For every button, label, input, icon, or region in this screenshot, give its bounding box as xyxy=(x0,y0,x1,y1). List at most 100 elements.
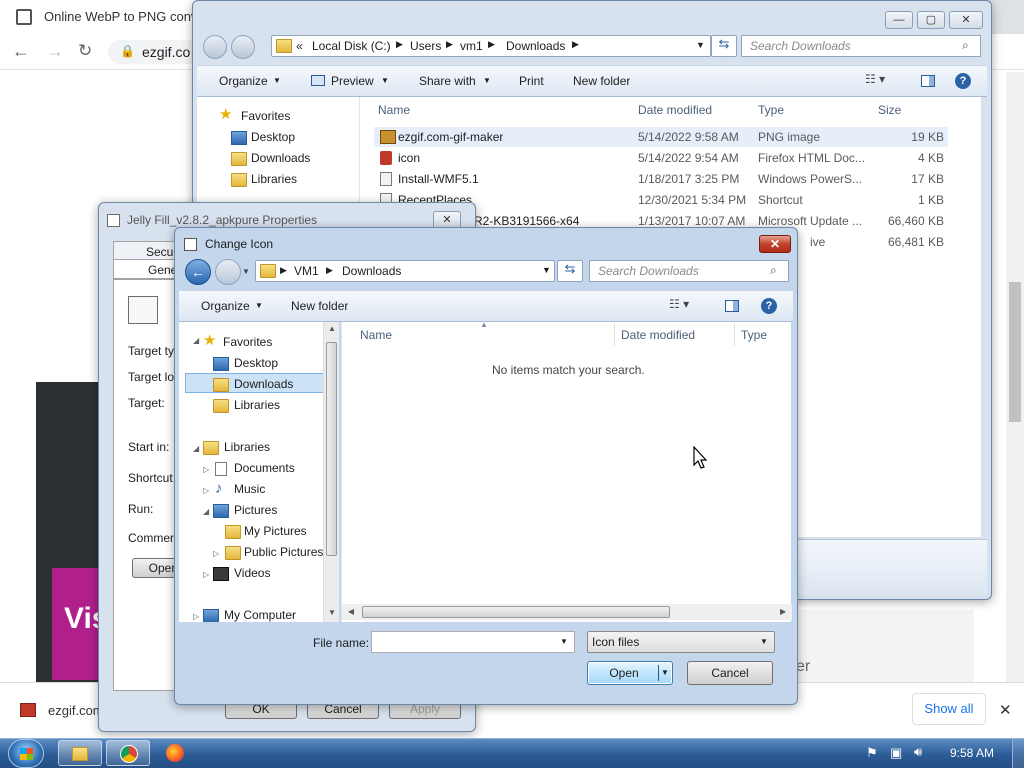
breadcrumb-item[interactable]: Local Disk (C:) xyxy=(312,39,391,53)
expand-icon[interactable]: ▷ xyxy=(203,570,209,579)
search-icon[interactable]: ⌕ xyxy=(770,263,777,278)
cancel-button[interactable]: Cancel xyxy=(687,661,773,685)
view-options-icon[interactable]: ☷ ▾ xyxy=(865,72,885,86)
expand-icon[interactable]: ▷ xyxy=(193,612,199,621)
tree-videos[interactable]: Videos xyxy=(234,566,270,580)
table-row[interactable]: Install-WMF5.1 1/18/2017 3:25 PM Windows… xyxy=(374,169,948,189)
taskbar-chrome[interactable] xyxy=(106,740,150,766)
filetype-select[interactable]: Icon files ▼ xyxy=(587,631,775,653)
breadcrumb[interactable]: ▶ VM1 ▶ Downloads ▼ xyxy=(255,260,555,282)
chevron-down-icon[interactable]: ▼ xyxy=(560,637,568,646)
tree-my-computer[interactable]: My Computer xyxy=(224,608,296,622)
column-name[interactable]: Name xyxy=(360,328,392,342)
expand-icon[interactable]: ▷ xyxy=(203,465,209,474)
expand-icon[interactable]: ◢ xyxy=(203,507,209,516)
action-center-icon[interactable]: ⚑ xyxy=(866,745,878,761)
column-type[interactable]: Type xyxy=(741,328,767,342)
tree-desktop[interactable]: Desktop xyxy=(234,356,278,370)
scroll-right-icon[interactable]: ▶ xyxy=(780,607,786,616)
new-folder-button[interactable]: New folder xyxy=(291,299,348,313)
tree-public-pictures[interactable]: Public Pictures xyxy=(244,545,323,559)
show-all-button[interactable]: Show all xyxy=(912,693,986,725)
view-options-icon[interactable]: ☷ ▾ xyxy=(669,297,689,311)
tree-my-pictures[interactable]: My Pictures xyxy=(244,524,307,538)
preview-button[interactable]: Preview xyxy=(331,74,374,88)
refresh-button[interactable]: ⇆ xyxy=(711,35,737,57)
minimize-button[interactable]: — xyxy=(885,11,913,29)
filename-input[interactable]: ▼ xyxy=(371,631,575,653)
expand-icon[interactable]: ◢ xyxy=(193,444,199,453)
browser-tab[interactable]: Online WebP to PNG conver xyxy=(0,0,200,34)
show-desktop-button[interactable] xyxy=(1012,739,1024,768)
preview-pane-icon[interactable] xyxy=(921,75,935,87)
scroll-left-icon[interactable]: ◀ xyxy=(348,607,354,616)
scrollbar-thumb[interactable] xyxy=(326,342,337,556)
forward-icon[interactable] xyxy=(215,259,241,285)
start-button[interactable] xyxy=(8,739,44,768)
nav-desktop[interactable]: Desktop xyxy=(251,130,295,144)
table-row[interactable]: ezgif.com-gif-maker 5/14/2022 9:58 AM PN… xyxy=(374,127,948,147)
tree-music[interactable]: Music xyxy=(234,482,265,496)
help-icon[interactable]: ? xyxy=(955,73,971,89)
back-icon[interactable]: ← xyxy=(12,41,30,62)
column-size[interactable]: Size xyxy=(878,103,901,117)
tab-security[interactable]: Secur xyxy=(113,241,183,261)
horizontal-scrollbar[interactable]: ◀ ▶ xyxy=(342,604,792,620)
chevron-down-icon[interactable]: ▼ xyxy=(696,40,705,50)
nav-favorites[interactable]: Favorites xyxy=(241,109,290,123)
chevron-down-icon[interactable]: ▼ xyxy=(542,265,551,275)
taskbar-firefox[interactable] xyxy=(154,740,198,766)
reload-icon[interactable]: ↻ xyxy=(78,41,92,61)
breadcrumb-item[interactable]: Users xyxy=(410,39,441,53)
table-row[interactable]: icon 5/14/2022 9:54 AM Firefox HTML Doc.… xyxy=(374,148,948,168)
address-bar[interactable]: 🔒 ezgif.co xyxy=(108,40,196,64)
close-button[interactable]: ✕ xyxy=(949,11,983,29)
expand-icon[interactable]: ▷ xyxy=(203,486,209,495)
close-shelf-icon[interactable]: ✕ xyxy=(999,701,1012,719)
tree-downloads[interactable]: Downloads xyxy=(234,377,293,391)
tree-libraries[interactable]: Libraries xyxy=(234,398,280,412)
breadcrumb-item[interactable]: VM1 xyxy=(294,264,319,278)
chevron-down-icon[interactable]: ▼ xyxy=(661,662,669,684)
search-input[interactable]: Search Downloads ⌕ xyxy=(589,260,789,282)
column-name[interactable]: Name xyxy=(378,103,410,117)
search-icon[interactable]: ⌕ xyxy=(962,38,969,53)
expand-icon[interactable]: ◢ xyxy=(193,336,199,345)
nav-downloads[interactable]: Downloads xyxy=(251,151,310,165)
back-icon[interactable] xyxy=(203,35,227,59)
tree-scrollbar[interactable]: ▲ ▼ xyxy=(323,322,339,622)
column-type[interactable]: Type xyxy=(758,103,784,117)
organize-button[interactable]: Organize xyxy=(201,299,250,313)
share-with-button[interactable]: Share with xyxy=(419,74,476,88)
preview-pane-icon[interactable] xyxy=(725,300,739,312)
print-button[interactable]: Print xyxy=(519,74,544,88)
history-dropdown-icon[interactable]: ▼ xyxy=(242,267,250,276)
close-button[interactable]: ✕ xyxy=(759,235,791,253)
breadcrumb-item[interactable]: vm1 xyxy=(460,39,483,53)
taskbar-explorer[interactable] xyxy=(58,740,102,766)
tree-libraries-group[interactable]: Libraries xyxy=(224,440,270,454)
back-icon[interactable]: ← xyxy=(185,259,211,285)
organize-button[interactable]: Organize xyxy=(219,74,268,88)
scrollbar-thumb[interactable] xyxy=(362,606,670,618)
expand-icon[interactable]: ▷ xyxy=(213,549,219,558)
nav-libraries[interactable]: Libraries xyxy=(251,172,297,186)
breadcrumb-item[interactable]: Downloads xyxy=(342,264,401,278)
network-icon[interactable]: ▣ xyxy=(890,745,902,761)
column-date[interactable]: Date modified xyxy=(621,328,695,342)
breadcrumb-overflow[interactable]: « xyxy=(296,39,303,53)
tab-general[interactable]: Gene xyxy=(113,259,183,279)
download-item-name[interactable]: ezgif.com xyxy=(48,703,104,718)
scrollbar-thumb[interactable] xyxy=(1009,282,1021,422)
new-folder-button[interactable]: New folder xyxy=(573,74,630,88)
search-input[interactable]: Search Downloads ⌕ xyxy=(741,35,981,57)
scroll-up-icon[interactable]: ▲ xyxy=(328,324,336,333)
forward-icon[interactable]: → xyxy=(46,41,64,62)
column-date[interactable]: Date modified xyxy=(638,103,712,117)
scrollbar[interactable] xyxy=(1006,72,1024,682)
scroll-down-icon[interactable]: ▼ xyxy=(328,608,336,617)
maximize-button[interactable]: ▢ xyxy=(917,11,945,29)
clock[interactable]: 9:58 AM xyxy=(950,746,994,760)
breadcrumb[interactable]: « Local Disk (C:) ▶ Users ▶ vm1 ▶ Downlo… xyxy=(271,35,711,57)
open-button[interactable]: Open ▼ xyxy=(587,661,673,685)
